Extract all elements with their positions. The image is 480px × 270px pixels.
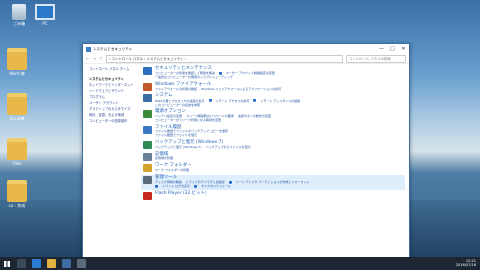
work-folders-icon — [143, 164, 152, 173]
sidebar-item-ease-of-access[interactable]: コンピューターの簡単操作 — [83, 118, 141, 124]
close-button[interactable]: ✕ — [398, 44, 409, 54]
category-link[interactable]: 一般的なコンピューターの問題のトラブルシューティング — [155, 75, 233, 79]
desktop-icon-label: Files — [12, 161, 22, 166]
uac-shield-icon — [193, 184, 197, 188]
uac-shield-icon — [155, 184, 158, 188]
address-bar: ← → ↑ › コントロール パネル › システムとセキュリティ › コントロー… — [83, 54, 409, 64]
admin-tools-icon — [143, 175, 152, 184]
category-link[interactable]: Windows ファイアウォールによるアプリケーションの許可 — [201, 87, 281, 91]
system-clock[interactable]: 15:21 2016/07/16 — [455, 259, 480, 268]
desktop-icon-folder[interactable]: co - 作成 — [0, 180, 34, 208]
desktop-icon-label: PC — [42, 21, 48, 26]
clock-date: 2016/07/16 — [455, 262, 476, 267]
category-flash-player: Flash Player (32 ビット) — [141, 191, 405, 201]
uac-shield-icon — [253, 99, 257, 103]
file-explorer-icon[interactable] — [47, 259, 56, 268]
control-panel-window: システムとセキュリティ — □ ✕ ← → ↑ › コントロール パネル › シ… — [82, 43, 410, 261]
sidebar-home-link[interactable]: コントロール パネル ホーム — [83, 66, 141, 72]
folder-icon — [7, 93, 27, 115]
backup-icon — [143, 140, 152, 149]
category-link[interactable]: ファイアウォールの状態の確認 — [155, 87, 197, 91]
system-icon — [143, 94, 152, 103]
storage-icon — [143, 152, 152, 161]
category-link[interactable]: タスクのスケジュール — [201, 184, 231, 188]
maximize-button[interactable]: □ — [387, 44, 398, 54]
search-input[interactable]: コントロール パネルの検索 — [346, 54, 406, 63]
desktop-icon-pc[interactable]: PC — [28, 4, 62, 26]
desktop-icon-folder[interactable]: Word 練 — [0, 48, 34, 76]
file-history-icon — [143, 125, 152, 134]
category-list: セキュリティとメンテナンス コンピューターの状態を確認して問題を解決 ユーザー ア… — [141, 66, 405, 202]
desktop-icon-folder[interactable]: Excel練 — [0, 93, 34, 121]
category-link[interactable]: ワーク フォルダーの管理 — [155, 168, 189, 172]
task-view-icon[interactable] — [17, 259, 26, 268]
category-work-folders: ワーク フォルダー ワーク フォルダーの管理 — [141, 163, 405, 174]
taskbar: 15:21 2016/07/16 — [0, 257, 480, 270]
category-admin-tools: 管理ツール ディスク領域の解放 ドライブのデフラグと最適化 ハード ディスク パーテ… — [141, 174, 405, 191]
category-link[interactable]: ユーザー アカウント制御設定の変更 — [226, 71, 275, 75]
start-button[interactable] — [0, 257, 14, 270]
power-icon — [143, 110, 152, 119]
category-link[interactable]: このコンピューターの名前を参照 — [155, 103, 200, 107]
minimize-button[interactable]: — — [376, 44, 387, 54]
folder-icon — [7, 180, 27, 202]
category-storage: 記憶域 記憶域の管理 — [141, 152, 405, 163]
category-file-history: ファイル履歴 ファイル履歴でファイルのバックアップ コピーを保存 ファイル履歴で… — [141, 125, 405, 139]
category-link[interactable]: バックアップからファイルを復元 — [206, 145, 251, 149]
category-backup-restore: バックアップと復元 (Windows 7) バックアップと復元 (Windows… — [141, 140, 405, 151]
pc-icon — [35, 4, 55, 20]
folder-icon — [7, 48, 27, 70]
control-panel-icon — [86, 46, 91, 52]
category-link[interactable]: 記憶域の管理 — [155, 156, 173, 161]
category-firewall: Windows ファイアウォール ファイアウォールの状態の確認 Windows フ… — [141, 82, 405, 93]
recycle-bin-icon — [12, 4, 26, 20]
desktop-icon-label: Excel練 — [9, 116, 25, 121]
sidebar: コントロール パネル ホーム システムとセキュリティ ネットワークとインターネッ… — [83, 66, 141, 124]
desktop-icon-label: co - 作成 — [8, 203, 26, 208]
category-link[interactable]: ファイル履歴でファイルを復元 — [155, 133, 197, 137]
control-panel-taskbar-icon[interactable] — [77, 259, 86, 268]
windows-logo-icon — [4, 260, 10, 267]
category-link[interactable]: イベント ログの表示 — [162, 184, 190, 188]
category-power-options: 電源オプション バッテリ設定の変更 スリープ解除時のパスワードの要求 電源ボタンの動… — [141, 109, 405, 123]
category-security-maintenance: セキュリティとメンテナンス コンピューターの状態を確認して問題を解決 ユーザー ア… — [141, 66, 405, 81]
nav-arrows-icon[interactable]: ← → ↑ — [86, 56, 106, 61]
category-system: システム RAM の量とプロセッサの速度の表示 リモート アクセスの許可 リモート … — [141, 93, 405, 108]
flash-player-icon — [143, 192, 152, 201]
category-link[interactable]: ハード ディスク パーティションの作成とフォーマット — [236, 180, 310, 184]
desktop-icon-label: Word 練 — [9, 71, 25, 76]
category-link[interactable]: コンピューターがスリープ状態になる時間を変更 — [155, 118, 221, 122]
window-title: システムとセキュリティ — [93, 46, 133, 51]
category-link[interactable]: リモート アシスタンスの起動 — [260, 99, 300, 103]
flag-icon — [143, 67, 152, 75]
category-link[interactable]: 電源ボタンの動作の変更 — [238, 114, 271, 118]
title-bar[interactable]: システムとセキュリティ — □ ✕ — [83, 44, 409, 54]
edge-browser-icon[interactable] — [32, 259, 41, 268]
address-path[interactable]: › コントロール パネル › システムとセキュリティ › — [106, 54, 343, 63]
store-icon[interactable] — [62, 259, 71, 268]
firewall-icon — [143, 82, 152, 91]
category-title[interactable]: Flash Player (32 ビット) — [155, 191, 207, 197]
desktop-icon-folder[interactable]: Files — [0, 138, 34, 166]
uac-shield-icon — [208, 99, 212, 103]
category-link[interactable]: バックアップと復元 (Windows 7) — [155, 145, 202, 149]
folder-icon — [7, 138, 27, 160]
category-link[interactable]: リモート アクセスの許可 — [216, 99, 250, 103]
